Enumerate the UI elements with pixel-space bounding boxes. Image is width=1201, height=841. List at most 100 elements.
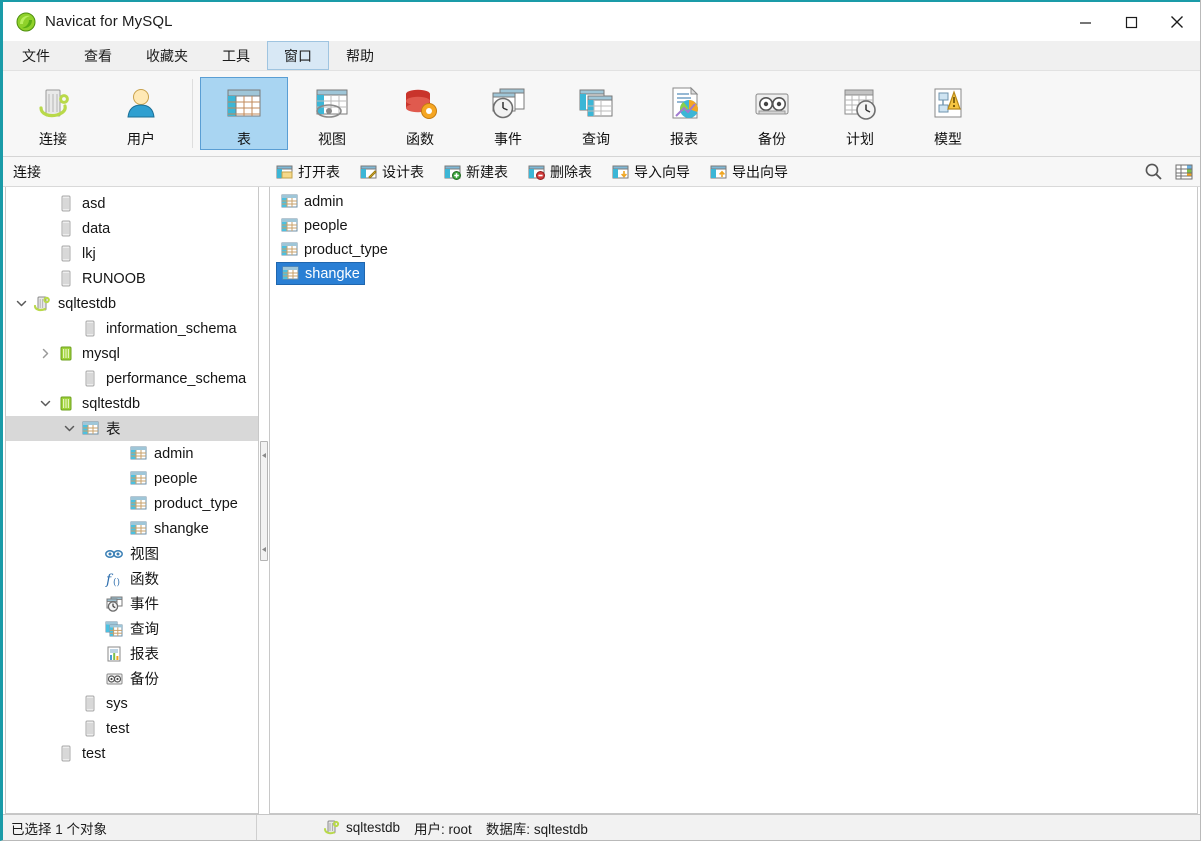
new-table-button[interactable]: 新建表 [437,159,515,185]
splitter-handle[interactable] [260,440,268,561]
tree-node-label: mysql [82,345,120,362]
design-table-button[interactable]: 设计表 [353,159,431,185]
toolbar-view-label: 视图 [318,130,346,147]
toolbar-function-button[interactable]: 函数 [376,77,464,150]
tree-node[interactable]: people [6,466,258,491]
table-item-icon [280,241,298,259]
list-item[interactable]: product_type [276,238,392,261]
object-list-panel[interactable]: admin people product_type shangke [269,187,1198,814]
export-wizard-label: 导出向导 [732,163,788,180]
tree-node[interactable]: 表 [6,416,258,441]
maximize-button[interactable] [1108,2,1154,42]
tree-node[interactable]: RUNOOB [6,266,258,291]
toolbar-table-button[interactable]: 表 [200,77,288,150]
tree-node[interactable]: mysql [6,341,258,366]
status-bar: 已选择 1 个对象 sqltestdb 用户: root 数据库: sqltes… [3,814,1200,840]
tree-node[interactable]: data [6,216,258,241]
search-icon[interactable] [1144,162,1164,182]
view-node-icon [104,544,124,564]
tree-node-label: people [154,470,198,487]
tree-node[interactable]: information_schema [6,316,258,341]
toolbar-report-button[interactable]: 报表 [640,77,728,150]
list-item[interactable]: people [276,214,352,237]
menu-help[interactable]: 帮助 [329,41,391,70]
toolbar-query-button[interactable]: 查询 [552,77,640,150]
tree-node[interactable]: lkj [6,241,258,266]
toolbar-view-button[interactable]: 视图 [288,77,376,150]
db-grey-icon [56,219,76,239]
tree-twisty-spacer [106,516,128,541]
delete-table-label: 删除表 [550,163,592,180]
object-toolbar-right [1134,157,1194,186]
toolbar-group-connection: 连接 用户 [9,71,185,156]
toolbar-user-button[interactable]: 用户 [97,77,185,150]
tree-node[interactable]: performance_schema [6,366,258,391]
function-node-icon: f() [104,569,124,589]
menu-view[interactable]: 查看 [67,41,129,70]
main-body: asd data lkj RUNOOB sqltestdb information_sch… [3,187,1200,814]
tree-twisty-down-icon[interactable] [10,291,32,316]
tree-node[interactable]: 报表 [6,641,258,666]
tree-twisty-spacer [82,641,104,666]
toolbar-event-button[interactable]: 事件 [464,77,552,150]
tree-node[interactable]: sqltestdb [6,291,258,316]
tree-twisty-spacer [82,666,104,691]
tree-node[interactable]: 备份 [6,666,258,691]
menu-favorites[interactable]: 收藏夹 [129,41,205,70]
tree-node[interactable]: sqltestdb [6,391,258,416]
open-table-button[interactable]: 打开表 [269,159,347,185]
tree-node[interactable]: 视图 [6,541,258,566]
toolbar-group-objects: 表 视图 函数 事件 查询 报表 备份 计划 模型 [200,71,992,156]
tree-node-label: performance_schema [106,370,247,387]
tree-node[interactable]: test [6,716,258,741]
tree-node-label: 报表 [130,647,159,663]
tree-twisty-spacer [58,716,80,741]
sub-toolbar-row: 连接 打开表 设计表 新建表 删除表 导入向导 导出向导 [3,157,1200,187]
toolbar-user-label: 用户 [127,130,155,147]
tree-twisty-spacer [34,241,56,266]
delete-table-button[interactable]: 删除表 [521,159,599,185]
connection-green-icon [323,819,340,836]
tree-node[interactable]: admin [6,441,258,466]
tree-node-label: sqltestdb [82,395,141,412]
tree-node[interactable]: 事件 [6,591,258,616]
panel-splitter[interactable] [259,187,269,814]
minimize-button[interactable] [1062,2,1108,42]
tree-node[interactable]: sys [6,691,258,716]
toolbar-connection-label: 连接 [39,130,67,147]
list-item[interactable]: admin [276,190,348,213]
window-controls [1062,2,1200,42]
connection-tree-panel[interactable]: asd data lkj RUNOOB sqltestdb information_sch… [5,187,259,814]
export-wizard-button[interactable]: 导出向导 [703,159,795,185]
object-list: admin people product_type shangke [270,190,1197,286]
table-node-icon [128,494,148,514]
tree-twisty-spacer [82,591,104,616]
menu-window[interactable]: 窗口 [267,41,329,70]
toolbar-model-button[interactable]: 模型 [904,77,992,150]
close-button[interactable] [1154,2,1200,42]
tree-twisty-down-icon[interactable] [58,416,80,441]
toolbar-connection-button[interactable]: 连接 [9,77,97,150]
db-grey-icon [80,369,100,389]
tree-node[interactable]: product_type [6,491,258,516]
toolbar-schedule-button[interactable]: 计划 [816,77,904,150]
grid-view-icon[interactable] [1174,162,1194,182]
db-grey-icon [80,719,100,739]
list-item-label: admin [304,193,344,210]
tree-node[interactable]: test [6,741,258,766]
list-item[interactable]: shangke [276,262,365,285]
tree-twisty-spacer [58,366,80,391]
open-table-label: 打开表 [298,163,340,180]
tree-node[interactable]: asd [6,191,258,216]
tree-node[interactable]: 查询 [6,616,258,641]
report-node-icon [104,644,124,664]
connection-green-icon [32,294,52,314]
import-wizard-button[interactable]: 导入向导 [605,159,697,185]
tree-node[interactable]: f() 函数 [6,566,258,591]
menu-tools[interactable]: 工具 [205,41,267,70]
tree-twisty-down-icon[interactable] [34,391,56,416]
menu-file[interactable]: 文件 [5,41,67,70]
tree-twisty-right-icon[interactable] [34,341,56,366]
tree-node[interactable]: shangke [6,516,258,541]
toolbar-backup-button[interactable]: 备份 [728,77,816,150]
